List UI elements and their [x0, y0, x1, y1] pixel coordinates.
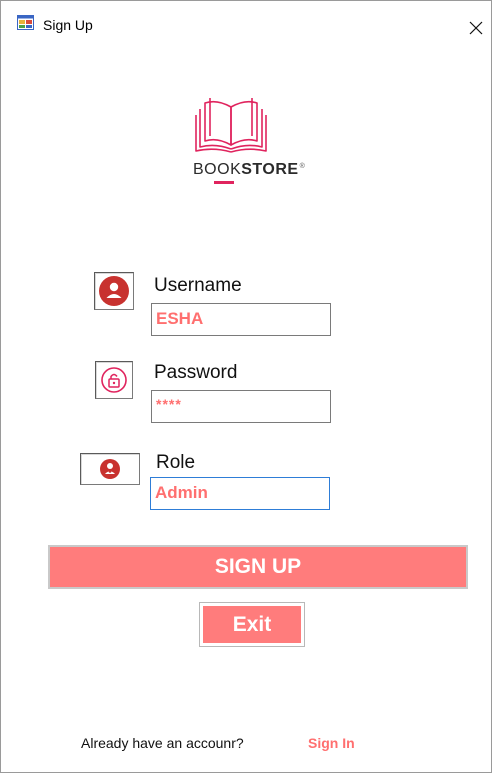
close-icon	[469, 21, 483, 35]
password-label: Password	[154, 362, 238, 383]
sign-up-button[interactable]: SIGN UP	[48, 545, 468, 589]
role-label: Role	[156, 452, 196, 473]
exit-button-label: Exit	[203, 606, 301, 643]
lock-icon	[101, 367, 127, 393]
role-icon	[100, 459, 120, 479]
user-icon	[99, 276, 129, 306]
sign-in-link[interactable]: Sign In	[308, 735, 355, 751]
registered-mark: ®	[299, 162, 306, 170]
wordmark-regular: BOOK	[193, 161, 242, 178]
username-input[interactable]: ESHA	[151, 303, 331, 336]
password-icon-box	[95, 361, 133, 399]
signup-window: Sign Up BOOKSTORE® Username ESHA Passwor…	[0, 0, 492, 773]
wordmark-bold: STORE	[241, 161, 299, 178]
close-button[interactable]	[463, 15, 489, 41]
username-label: Username	[154, 275, 242, 296]
window-title: Sign Up	[43, 17, 93, 33]
username-icon-box	[94, 272, 134, 310]
role-input[interactable]: Admin	[150, 477, 330, 510]
account-prompt: Already have an accounr?	[81, 735, 244, 751]
bookstore-wordmark: BOOKSTORE®	[193, 161, 333, 179]
exit-button[interactable]: Exit	[199, 602, 305, 647]
wordmark-underline	[214, 181, 234, 184]
app-window-icon	[17, 15, 34, 30]
password-input[interactable]: ****	[151, 390, 331, 423]
title-bar: Sign Up	[1, 1, 491, 35]
role-icon-box	[80, 453, 140, 485]
